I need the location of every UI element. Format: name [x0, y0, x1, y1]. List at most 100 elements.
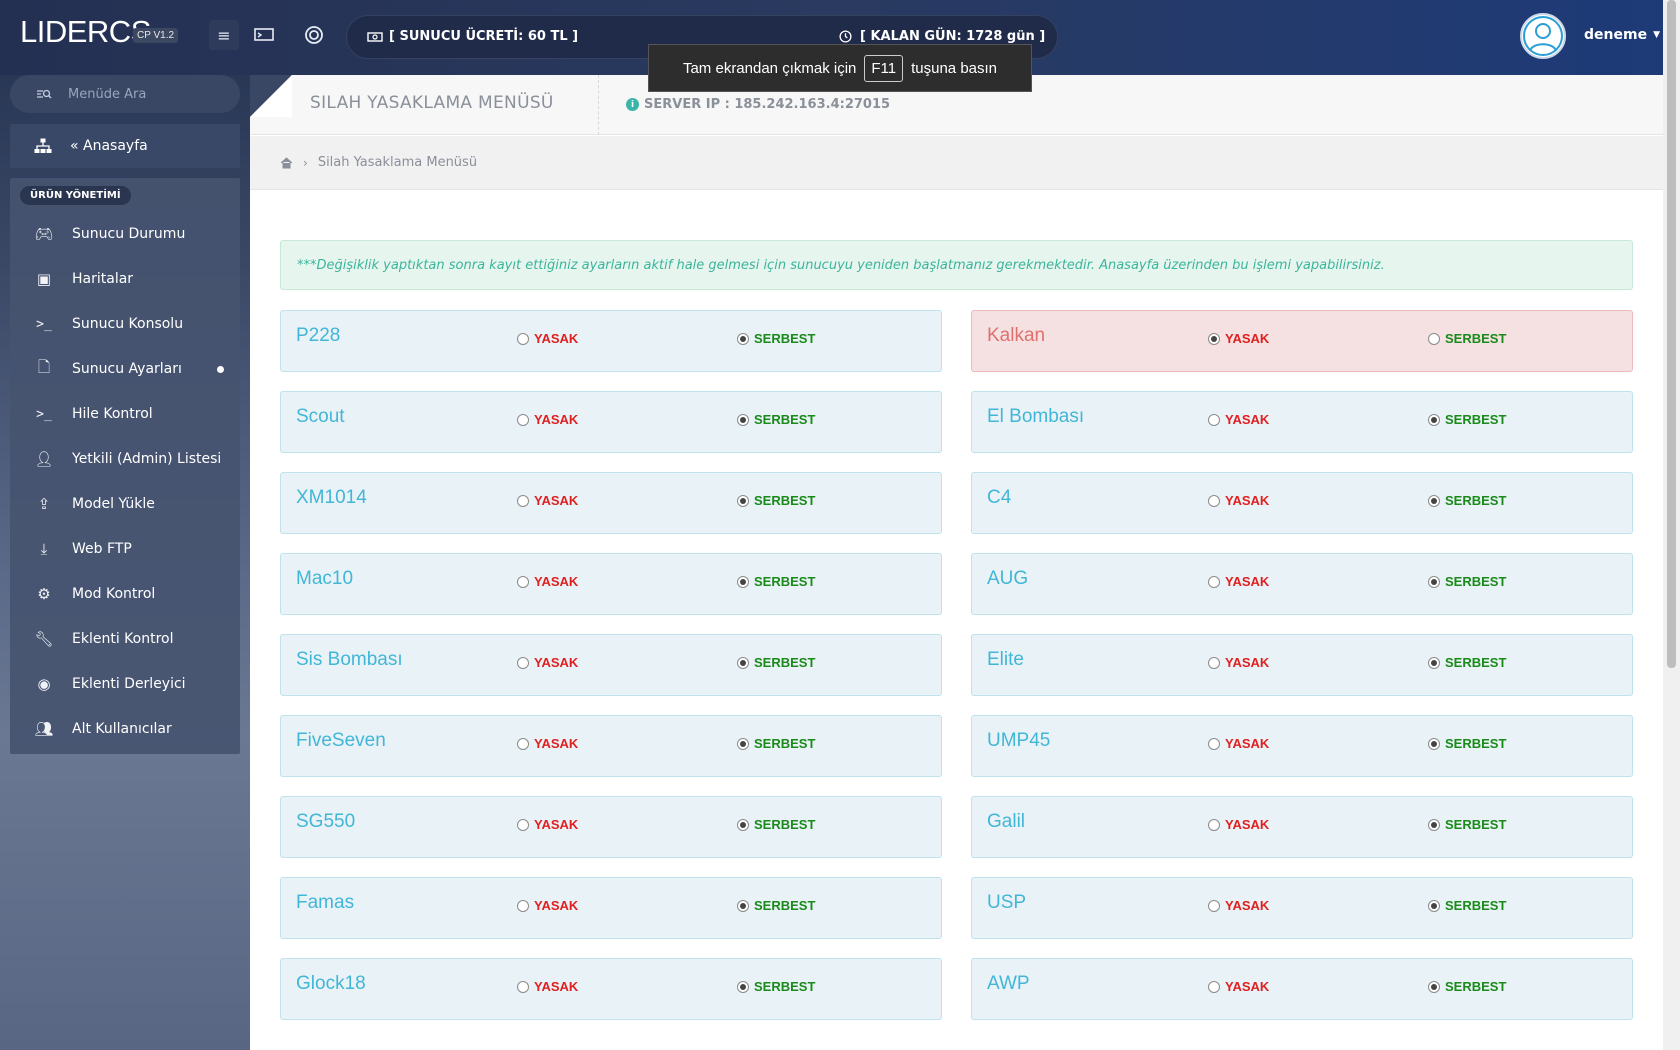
sidebar-item-label: Alt Kullanıcılar — [72, 721, 172, 737]
app-logo[interactable]: LIDERCS — [20, 14, 151, 50]
radio-button[interactable] — [1428, 899, 1440, 912]
allow-radio[interactable]: SERBEST — [737, 817, 815, 832]
sidebar-item-server-settings[interactable]: 🗋 Sunucu Ayarları — [10, 349, 240, 389]
breadcrumb: › Silah Yasaklama Menüsü — [250, 136, 1663, 190]
allow-radio[interactable]: SERBEST — [737, 655, 815, 670]
radio-button[interactable] — [1208, 980, 1220, 993]
radio-button[interactable] — [737, 980, 749, 993]
ban-radio[interactable]: YASAK — [1208, 979, 1269, 994]
radio-button[interactable] — [1208, 413, 1220, 426]
radio-label: YASAK — [1225, 574, 1270, 589]
weapon-name: Elite — [987, 649, 1024, 670]
sidebar-item-plugin-control[interactable]: 🔧︎ Eklenti Kontrol — [10, 619, 240, 659]
radio-button[interactable] — [1428, 656, 1440, 669]
sidebar-item-home[interactable]: « Anasayfa — [10, 124, 240, 168]
radio-button[interactable] — [517, 656, 529, 669]
sidebar-item-web-ftp[interactable]: ⤓ Web FTP — [10, 529, 240, 569]
radio-button[interactable] — [737, 737, 749, 750]
radio-button[interactable] — [1428, 818, 1440, 831]
radio-button[interactable] — [1428, 737, 1440, 750]
allow-radio[interactable]: SERBEST — [737, 331, 815, 346]
ban-radio[interactable]: YASAK — [517, 898, 578, 913]
sidebar-item-mod-control[interactable]: ⚙ Mod Kontrol — [10, 574, 240, 614]
allow-radio[interactable]: SERBEST — [737, 412, 815, 427]
scrollbar-thumb[interactable] — [1667, 0, 1676, 668]
home-icon[interactable] — [280, 156, 293, 169]
ban-radio[interactable]: YASAK — [517, 412, 578, 427]
ban-radio[interactable]: YASAK — [1208, 412, 1269, 427]
radio-button[interactable] — [1208, 899, 1220, 912]
allow-radio[interactable]: SERBEST — [1428, 898, 1506, 913]
sidebar-item-admin-list[interactable]: 👤︎ Yetkili (Admin) Listesi — [10, 439, 240, 479]
page-scrollbar[interactable] — [1663, 0, 1680, 1050]
radio-button[interactable] — [1428, 575, 1440, 588]
menu-search-input[interactable]: Menüde Ara — [10, 75, 240, 113]
allow-radio[interactable]: SERBEST — [737, 979, 815, 994]
ban-radio[interactable]: YASAK — [517, 736, 578, 751]
ban-radio[interactable]: YASAK — [1208, 736, 1269, 751]
ban-radio[interactable]: YASAK — [517, 655, 578, 670]
weapon-name: El Bombası — [987, 406, 1085, 427]
radio-button[interactable] — [1208, 656, 1220, 669]
radio-button[interactable] — [517, 575, 529, 588]
allow-radio[interactable]: SERBEST — [1428, 412, 1506, 427]
sidebar-item-cheat-control[interactable]: >_ Hile Kontrol — [10, 394, 240, 434]
menu-toggle-button[interactable]: ≡ — [209, 20, 239, 50]
radio-button[interactable] — [517, 494, 529, 507]
radio-button[interactable] — [517, 332, 529, 345]
radio-button[interactable] — [517, 413, 529, 426]
radio-button[interactable] — [1208, 575, 1220, 588]
ban-radio[interactable]: YASAK — [1208, 493, 1269, 508]
radio-button[interactable] — [737, 656, 749, 669]
radio-button[interactable] — [1428, 980, 1440, 993]
ban-radio[interactable]: YASAK — [517, 574, 578, 589]
radio-button[interactable] — [517, 818, 529, 831]
ban-radio[interactable]: YASAK — [1208, 817, 1269, 832]
radio-button[interactable] — [1208, 494, 1220, 507]
ban-radio[interactable]: YASAK — [517, 331, 578, 346]
ban-radio[interactable]: YASAK — [1208, 655, 1269, 670]
radio-button[interactable] — [517, 899, 529, 912]
radio-button[interactable] — [737, 899, 749, 912]
allow-radio[interactable]: SERBEST — [1428, 736, 1506, 751]
sidebar-item-maps[interactable]: ▣ Haritalar — [10, 259, 240, 299]
radio-button[interactable] — [1428, 413, 1440, 426]
sidebar-item-server-status[interactable]: 🎮︎ Sunucu Durumu — [10, 214, 240, 254]
ban-radio[interactable]: YASAK — [1208, 574, 1269, 589]
allow-radio[interactable]: SERBEST — [737, 493, 815, 508]
user-menu[interactable]: deneme ▼ — [1584, 27, 1660, 43]
ban-radio[interactable]: YASAK — [517, 493, 578, 508]
radio-button[interactable] — [1428, 494, 1440, 507]
allow-radio[interactable]: SERBEST — [737, 736, 815, 751]
console-button[interactable] — [249, 20, 279, 50]
radio-button[interactable] — [737, 413, 749, 426]
radio-button[interactable] — [737, 818, 749, 831]
radio-button[interactable] — [517, 737, 529, 750]
radio-button[interactable] — [737, 575, 749, 588]
sidebar-item-model-upload[interactable]: ⇪ Model Yükle — [10, 484, 240, 524]
sidebar-item-plugin-compiler[interactable]: ◉ Eklenti Derleyici — [10, 664, 240, 704]
sidebar-item-sub-users[interactable]: 👥︎ Alt Kullanıcılar — [10, 709, 240, 749]
support-button[interactable] — [299, 20, 329, 50]
allow-radio[interactable]: SERBEST — [1428, 331, 1506, 346]
radio-button[interactable] — [517, 980, 529, 993]
allow-radio[interactable]: SERBEST — [1428, 574, 1506, 589]
allow-radio[interactable]: SERBEST — [1428, 655, 1506, 670]
sidebar-item-server-console[interactable]: >_ Sunucu Konsolu — [10, 304, 240, 344]
allow-radio[interactable]: SERBEST — [737, 574, 815, 589]
ban-radio[interactable]: YASAK — [1208, 331, 1269, 346]
radio-button[interactable] — [1208, 737, 1220, 750]
allow-radio[interactable]: SERBEST — [1428, 493, 1506, 508]
radio-button[interactable] — [737, 494, 749, 507]
radio-button[interactable] — [1208, 332, 1220, 345]
radio-button[interactable] — [737, 332, 749, 345]
radio-button[interactable] — [1208, 818, 1220, 831]
ban-radio[interactable]: YASAK — [517, 979, 578, 994]
allow-radio[interactable]: SERBEST — [1428, 817, 1506, 832]
ban-radio[interactable]: YASAK — [1208, 898, 1269, 913]
ban-radio[interactable]: YASAK — [517, 817, 578, 832]
user-avatar[interactable] — [1520, 13, 1566, 59]
allow-radio[interactable]: SERBEST — [737, 898, 815, 913]
allow-radio[interactable]: SERBEST — [1428, 979, 1506, 994]
radio-button[interactable] — [1428, 332, 1440, 345]
